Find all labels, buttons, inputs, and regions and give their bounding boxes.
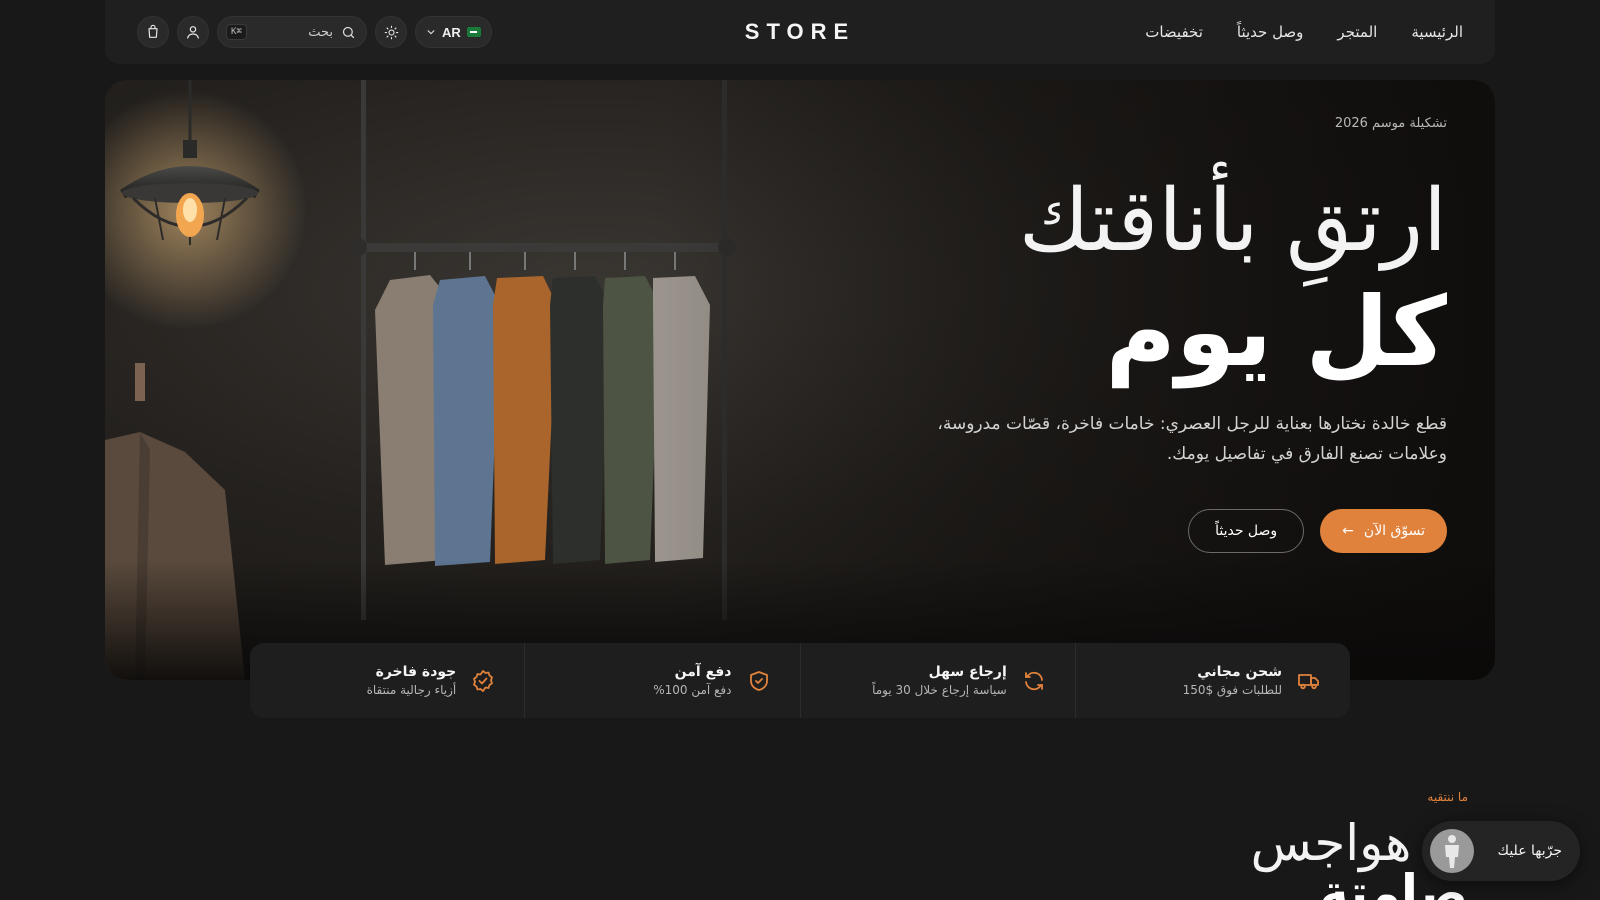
section-eyebrow: ما ننتقيه: [1427, 790, 1468, 804]
shopping-bag-icon: [148, 24, 158, 38]
hero-eyebrow: تشكيلة موسم 2026: [1334, 116, 1447, 131]
feature-subtitle: أزياء رجالية منتقاة: [366, 683, 457, 697]
search-shortcut: K⌘: [226, 24, 247, 40]
search-icon: [342, 26, 355, 38]
shop-now-button[interactable]: تسوّق الآن ←: [1320, 509, 1447, 553]
features-bar: شحن مجاني للطلبات فوق $150 إرجاع سهل سيا…: [250, 643, 1350, 718]
new-arrivals-button[interactable]: وصل حديثاً: [1188, 509, 1305, 553]
try-on-label: جرّبها عليك: [1497, 843, 1562, 859]
feature-item: جودة فاخرة أزياء رجالية منتقاة: [250, 643, 524, 718]
mannequin-icon: [1430, 829, 1474, 873]
hero-title-line1: ارتقِ بأناقتك: [1018, 171, 1447, 271]
feature-subtitle: سياسة إرجاع خلال 30 يوماً: [872, 683, 1007, 697]
feature-title: شحن مجاني: [1197, 664, 1282, 680]
feature-subtitle: دفع آمن 100%: [653, 683, 732, 697]
search-input[interactable]: K⌘ بحث: [217, 16, 367, 48]
nav-sale[interactable]: تخفيضات: [1145, 23, 1203, 41]
truck-icon: [1296, 668, 1322, 694]
feature-item: شحن مجاني للطلبات فوق $150: [1074, 643, 1350, 718]
header-tools: K⌘ بحث AR: [137, 16, 492, 48]
flag-icon: [466, 27, 481, 37]
account-button[interactable]: [177, 16, 209, 48]
site-header: الرئيسية المتجر وصل حديثاً تخفيضات STORE…: [105, 0, 1495, 64]
hero-banner: تشكيلة موسم 2026 ارتقِ بأناقتك كل يوم قط…: [105, 80, 1495, 680]
theme-toggle[interactable]: [375, 16, 407, 48]
feature-title: دفع آمن: [674, 664, 732, 680]
sun-icon: [384, 25, 398, 39]
arrow-left-icon: ←: [1342, 523, 1354, 539]
store-logo[interactable]: STORE: [745, 19, 855, 45]
feature-item: إرجاع سهل سياسة إرجاع خلال 30 يوماً: [799, 643, 1075, 718]
feature-title: جودة فاخرة: [375, 664, 457, 680]
hero-description: قطع خالدة نختارها بعناية للرجل العصري: خ…: [937, 414, 1447, 464]
feature-item: دفع آمن دفع آمن 100%: [524, 643, 799, 718]
search-placeholder: بحث: [308, 24, 333, 40]
nav-home[interactable]: الرئيسية: [1411, 23, 1463, 41]
user-icon: [187, 26, 199, 39]
nav-new-arrivals[interactable]: وصل حديثاً: [1237, 23, 1304, 41]
shop-now-label: تسوّق الآن: [1363, 523, 1425, 539]
hero-actions: تسوّق الآن ← وصل حديثاً: [827, 509, 1447, 553]
hero-title-line2: كل يوم: [1105, 276, 1447, 388]
nav-shop[interactable]: المتجر: [1337, 23, 1377, 41]
hero-content: تشكيلة موسم 2026 ارتقِ بأناقتك كل يوم قط…: [827, 110, 1447, 553]
main-nav: الرئيسية المتجر وصل حديثاً تخفيضات: [1145, 23, 1463, 41]
cart-button[interactable]: [137, 16, 169, 48]
chevron-down-icon: [427, 30, 435, 35]
language-code: AR: [442, 24, 461, 40]
feature-title: إرجاع سهل: [928, 664, 1007, 680]
feature-subtitle: للطلبات فوق $150: [1182, 683, 1282, 697]
language-selector[interactable]: AR: [415, 16, 492, 48]
shield-icon: [746, 668, 772, 694]
refresh-icon: [1021, 668, 1047, 694]
try-on-button[interactable]: جرّبها عليك: [1422, 821, 1580, 881]
badge-check-icon: [470, 668, 496, 694]
